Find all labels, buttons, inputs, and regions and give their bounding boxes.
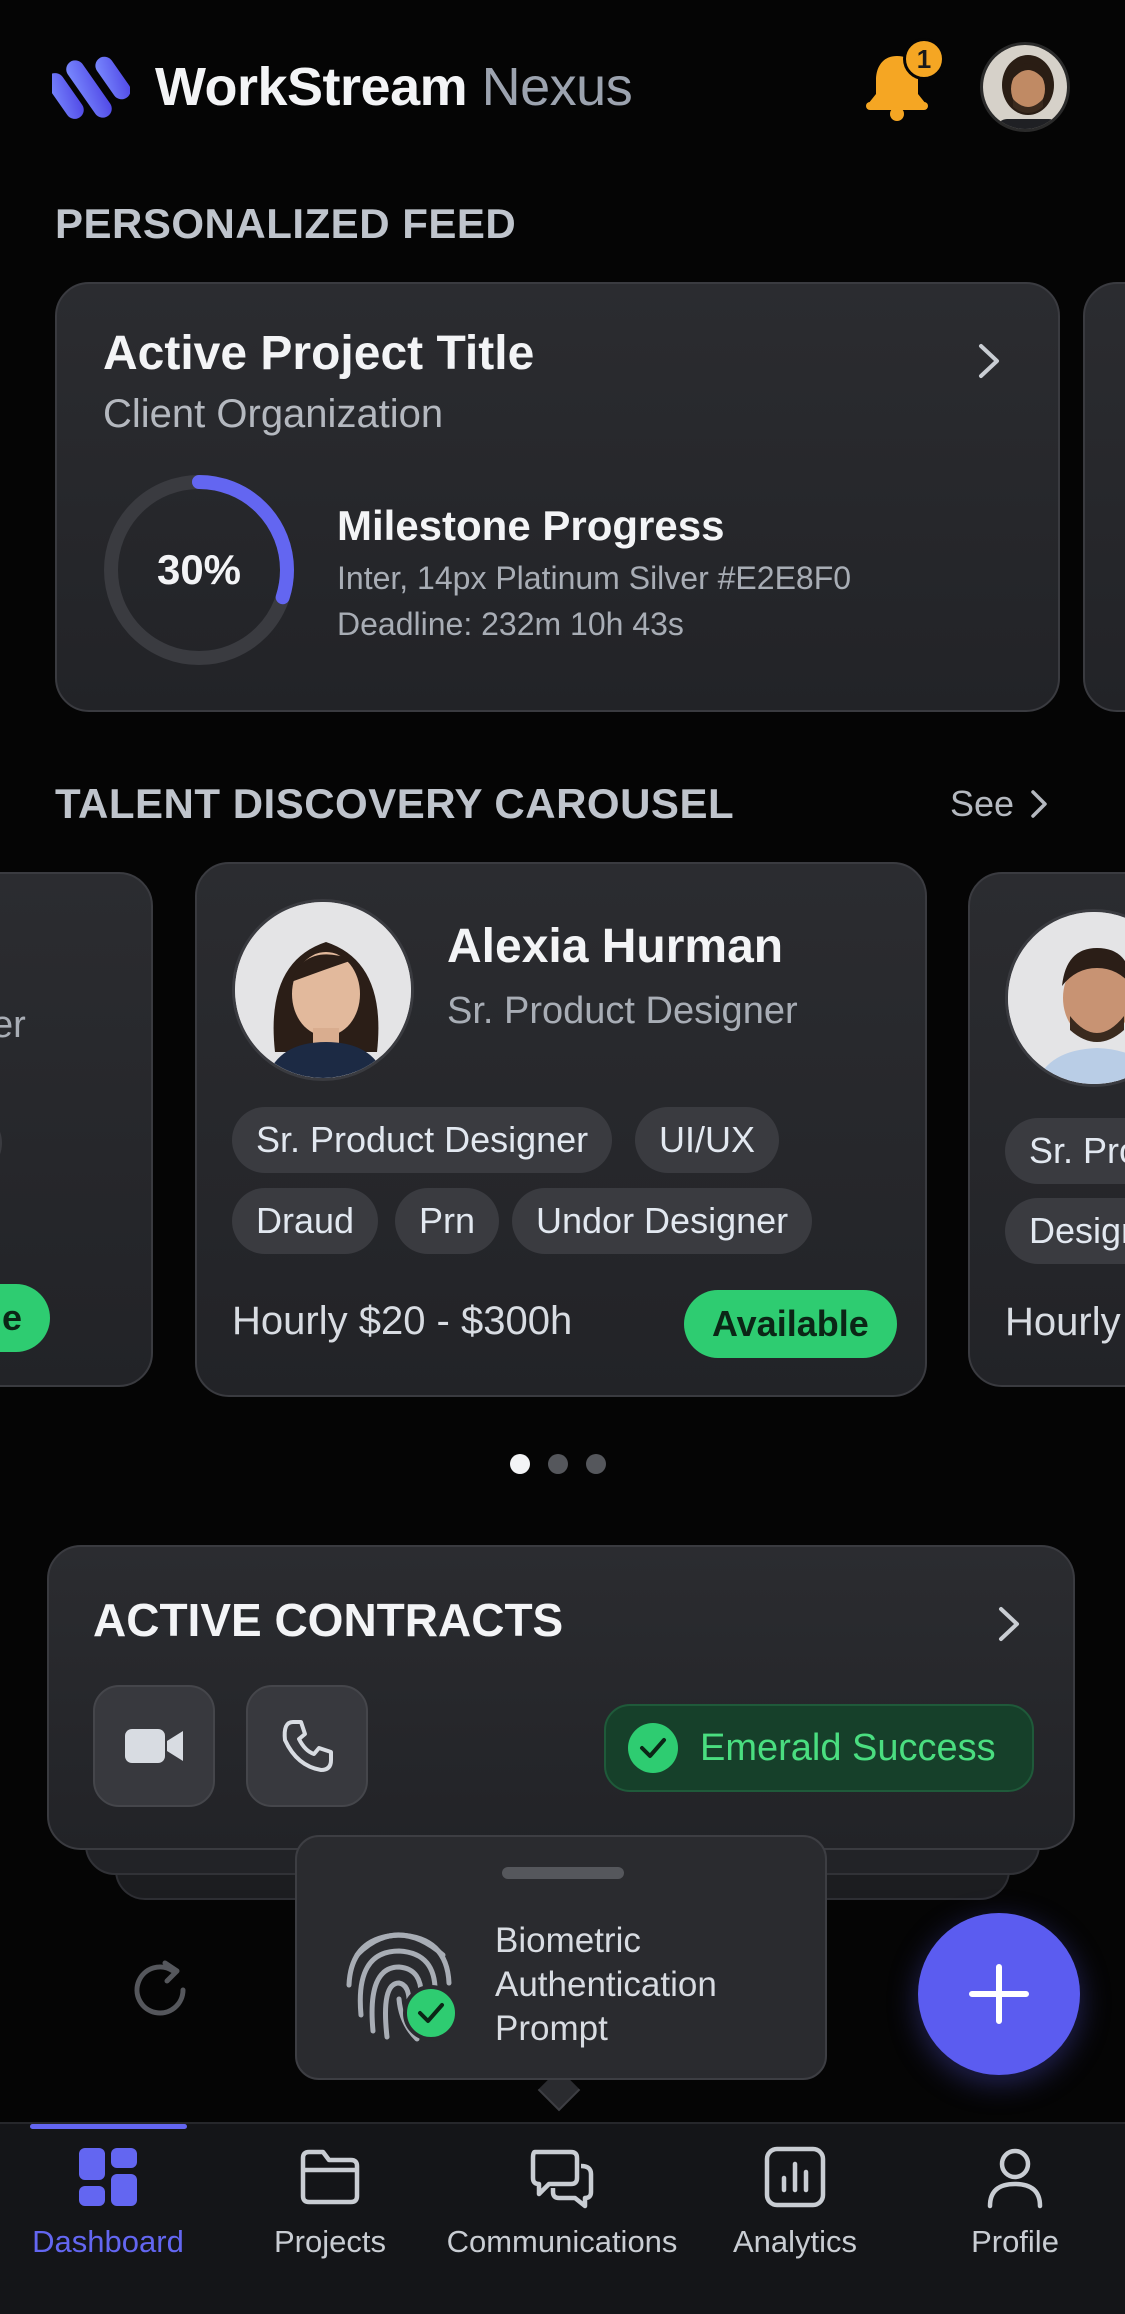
skill-tag-label: UI/UX (659, 1119, 756, 1160)
skill-tag-label: Sr. Pro (1029, 1130, 1125, 1171)
talent-card[interactable]: Alexia Hurman Sr. Product Designer Sr. P… (195, 862, 927, 1397)
add-button[interactable] (918, 1913, 1080, 2075)
pagination-dot[interactable] (548, 1454, 568, 1474)
nav-label: Profile (971, 2224, 1059, 2259)
chevron-right-icon (1031, 790, 1047, 818)
biometric-prompt[interactable]: Biometric Authentication Prompt (295, 1835, 827, 2080)
app-logo-icon (46, 50, 131, 128)
check-circle-icon (628, 1723, 678, 1773)
availability-label: ilable (0, 1297, 23, 1338)
app-title-main: WorkStream (155, 57, 468, 117)
skill-tag: ner (0, 1110, 3, 1176)
skill-tag-label: Draud (256, 1200, 355, 1241)
skill-tag: Design (1005, 1198, 1125, 1264)
talent-card-next[interactable]: Sr. Pro Design Hourly (968, 872, 1125, 1387)
milestone-deadline: Deadline: 232m 10h 43s (337, 606, 684, 642)
talent-role: er (0, 1004, 26, 1046)
nav-label: Analytics (732, 2224, 858, 2259)
nav-item-analytics[interactable]: Analytics (675, 2144, 915, 2260)
talent-name: Alexia Hurman (447, 920, 784, 973)
nav-item-dashboard[interactable]: Dashboard (0, 2144, 228, 2260)
carousel-pagination[interactable] (510, 1454, 606, 1474)
pagination-dot[interactable] (586, 1454, 606, 1474)
chevron-right-icon[interactable] (969, 336, 1009, 386)
project-title: Active Project Title (103, 327, 535, 380)
app-title: WorkStream Nexus (155, 56, 633, 118)
plus-icon (969, 1964, 1029, 2024)
feed-section-title: PERSONALIZED FEED (55, 200, 517, 247)
nav-item-projects[interactable]: Projects (210, 2144, 450, 2260)
nav-label: Communications (446, 2224, 678, 2259)
nav-item-communications[interactable]: Communications (442, 2144, 682, 2260)
talent-role: Sr. Product Designer (447, 990, 798, 1032)
talent-card-previous[interactable]: er ner er ilable (0, 872, 153, 1387)
nav-label: Dashboard (32, 2224, 184, 2259)
nav-label: Projects (274, 2224, 386, 2259)
chevron-right-icon[interactable] (989, 1599, 1029, 1649)
see-all-label: See (950, 783, 1015, 824)
skill-tag[interactable]: Undor Designer (512, 1188, 813, 1254)
refresh-icon[interactable] (125, 1955, 195, 2025)
project-client: Client Organization (103, 392, 444, 436)
status-badge: Emerald Success (604, 1704, 1034, 1792)
hourly-rate: Hourly $20 - $300h (232, 1299, 573, 1343)
progress-percent: 30% (156, 546, 242, 593)
biometric-prompt-text: Biometric Authentication Prompt (495, 1919, 717, 2051)
contracts-title: ACTIVE CONTRACTS (93, 1594, 564, 1646)
phone-icon (282, 1720, 333, 1772)
biometric-line: Biometric (495, 1921, 641, 1960)
skill-tag[interactable]: Prn (395, 1188, 500, 1254)
check-circle-icon (403, 1985, 459, 2041)
active-contracts-card[interactable]: ACTIVE CONTRACTS Emerald Success (47, 1545, 1075, 1850)
skill-tag-label: Prn (419, 1200, 476, 1241)
biometric-line: Prompt (495, 2009, 608, 2048)
availability-badge: Available (684, 1290, 897, 1358)
pagination-dot[interactable] (510, 1454, 530, 1474)
bottom-navigation: Dashboard Projects Communications Analyt… (0, 2122, 1125, 2314)
talent-section-title: TALENT DISCOVERY CAROUSEL (55, 780, 735, 827)
availability-label: Available (712, 1303, 869, 1344)
skill-tag[interactable]: Sr. Product Designer (232, 1107, 613, 1173)
notification-badge: 1 (903, 38, 945, 80)
user-avatar[interactable] (980, 42, 1070, 132)
skill-tag[interactable]: Draud (232, 1188, 379, 1254)
skill-tag: Sr. Pro (1005, 1118, 1125, 1184)
see-all-link[interactable]: See (950, 783, 1050, 825)
talent-photo (1005, 909, 1125, 1087)
status-label: Emerald Success (700, 1726, 996, 1769)
sheet-handle[interactable] (502, 1867, 624, 1879)
talent-photo (232, 899, 414, 1081)
video-camera-icon (125, 1729, 183, 1763)
skill-tag[interactable]: UI/UX (635, 1107, 780, 1173)
analytics-icon (764, 2146, 826, 2208)
chat-icon (530, 2149, 594, 2209)
hourly-rate: Hourly (1005, 1300, 1121, 1344)
biometric-line: Authentication (495, 1965, 717, 2004)
skill-tag-label: Design (1029, 1210, 1125, 1251)
app-title-sub: Nexus (481, 57, 633, 117)
folder-icon (300, 2149, 360, 2205)
skill-tag-label: Sr. Product Designer (256, 1119, 589, 1160)
milestone-description: Inter, 14px Platinum Silver #E2E8F0 (337, 560, 852, 596)
availability-badge: ilable (0, 1284, 51, 1352)
project-card[interactable]: Active Project Title Client Organization… (55, 282, 1060, 712)
video-call-button[interactable] (93, 1685, 215, 1807)
skill-tag-label: Undor Designer (536, 1200, 789, 1241)
profile-icon (987, 2148, 1043, 2209)
project-card-next[interactable] (1083, 282, 1125, 712)
nav-active-indicator (30, 2124, 187, 2129)
nav-item-profile[interactable]: Profile (895, 2144, 1125, 2260)
dashboard-icon (79, 2148, 137, 2206)
voice-call-button[interactable] (246, 1685, 368, 1807)
milestone-title: Milestone Progress (337, 502, 725, 549)
